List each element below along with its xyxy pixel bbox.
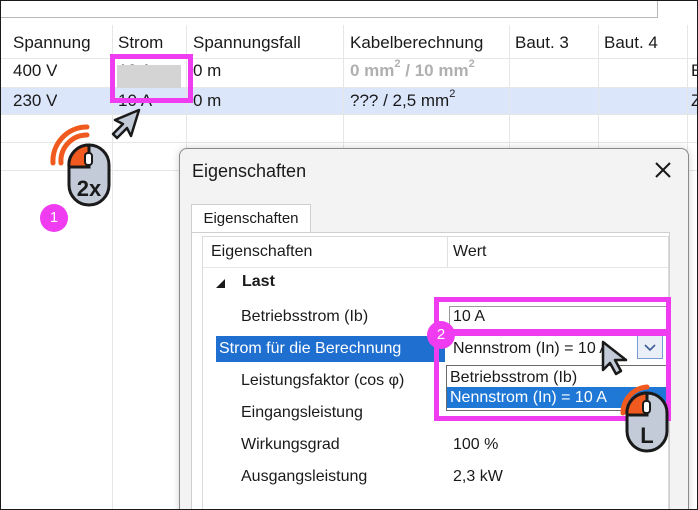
property-label-betriebsstrom[interactable]: Betriebsstrom (Ib): [241, 304, 368, 330]
header-kabelberechnung[interactable]: Kabelberechnung: [350, 29, 483, 56]
property-label-strom-berechnung[interactable]: Strom für die Berechnung: [219, 336, 401, 362]
mouse-left-click-icon: L: [620, 384, 669, 453]
tab-eigenschaften[interactable]: Eigenschaften: [191, 204, 311, 233]
property-value-ausgangsleistung: 2,3 kW: [453, 468, 503, 485]
cell-row2-spannung[interactable]: 230 V: [13, 87, 57, 114]
mouse-double-click-icon: 2x: [50, 124, 111, 207]
highlight-strom-cell: [110, 54, 193, 103]
pointer-cursor-icon-1: [111, 108, 141, 140]
cell-row2-kabelberechnung[interactable]: ??? / 2,5 mm2: [350, 87, 455, 114]
property-label-leistungsfaktor[interactable]: Leistungsfaktor (cos φ): [241, 368, 404, 394]
mouse2-label: L: [640, 423, 653, 448]
header-spannung[interactable]: Spannung: [13, 29, 91, 56]
mouse1-label: 2x: [77, 176, 102, 201]
step-badge-2: 2: [427, 321, 455, 349]
property-value-wirkungsgrad: 100 %: [453, 436, 499, 453]
column-header-eigenschaften: Eigenschaften: [211, 243, 313, 260]
group-label-last: Last: [242, 273, 275, 290]
cell-row2-spannungsfall[interactable]: 0 m: [193, 87, 221, 114]
dialog-title: Eigenschaften: [192, 161, 307, 181]
cell-row1-spannung[interactable]: 400 V: [13, 57, 57, 84]
property-label-eingangsleistung[interactable]: Eingangsleistung: [241, 400, 363, 426]
cell-row1-overflow: E: [691, 57, 697, 84]
selected-row-highlight: [1, 87, 697, 114]
toolbar-strip: [1, 1, 697, 19]
cell-row2-overflow: Z: [691, 87, 697, 114]
collapse-triangle-icon[interactable]: [216, 279, 225, 288]
property-label-wirkungsgrad[interactable]: Wirkungsgrad: [241, 432, 340, 458]
header-strom[interactable]: Strom: [118, 29, 163, 56]
close-icon[interactable]: [650, 157, 676, 183]
property-label-ausgangsleistung[interactable]: Ausgangsleistung: [241, 464, 367, 490]
screenshot-frame: Spannung Strom Spannungsfall Kabelberech…: [0, 0, 698, 510]
header-baut-3[interactable]: Baut. 3: [515, 29, 569, 56]
highlight-betriebsstrom-value: [434, 297, 671, 334]
header-baut-4[interactable]: Baut. 4: [604, 29, 658, 56]
header-spannungsfall[interactable]: Spannungsfall: [193, 29, 301, 56]
cell-row1-kabelberechnung[interactable]: 0 mm2 / 10 mm2: [350, 57, 475, 84]
cell-row1-spannungsfall[interactable]: 0 m: [193, 57, 221, 84]
column-header-wert: Wert: [453, 243, 487, 260]
pointer-cursor-icon-2: [601, 340, 628, 376]
